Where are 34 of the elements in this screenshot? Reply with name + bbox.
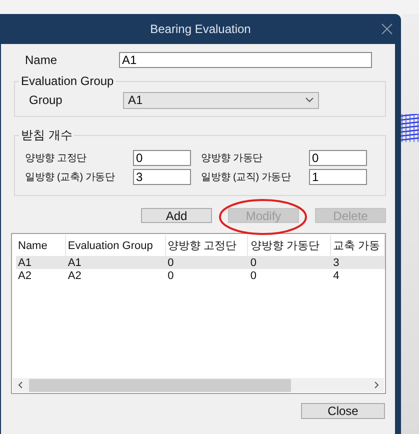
table-cell-text: A1 — [17, 256, 32, 268]
table-cell-text: 0 — [249, 270, 258, 282]
horizontal-scrollbar[interactable] — [13, 378, 384, 392]
group-label: Group — [28, 93, 64, 107]
count-label: 양방향 가동단 — [201, 152, 264, 165]
table-cell-text: A2 — [17, 270, 32, 282]
scroll-thumb[interactable] — [29, 378, 291, 392]
mesh-drawing — [401, 114, 419, 142]
table-cell-text: 4 — [332, 270, 340, 282]
action-button[interactable]: Add — [141, 208, 212, 223]
table-cell-text: 0 — [166, 256, 175, 268]
table-cell-text: A2 — [66, 270, 82, 282]
table-cell-text: 0 — [249, 256, 258, 268]
table-cell-text: A1 — [66, 256, 82, 268]
close-icon[interactable] — [381, 23, 393, 35]
count-label: 일방향 (교축) 가동단 — [25, 171, 116, 184]
group-dropdown[interactable]: A1 — [123, 92, 319, 108]
count-field[interactable]: 0 — [133, 150, 191, 166]
count-label: 일방향 (교직) 가동단 — [201, 171, 292, 184]
group-box-title: 받침 개수 — [20, 127, 74, 144]
group-box-title: Evaluation Group — [20, 74, 115, 88]
window-title: Bearing Evaluation — [150, 22, 251, 36]
table-row[interactable]: A2 A2 0 0 4 — [16, 269, 385, 282]
table-cell-text: 3 — [332, 256, 340, 268]
count-label: 양방향 고정단 — [25, 152, 88, 165]
count-field[interactable]: 0 — [309, 150, 367, 166]
count-field[interactable]: 1 — [309, 169, 367, 185]
table-row[interactable]: A1 A1 0 0 3 — [16, 256, 385, 269]
close-button[interactable]: Close — [301, 403, 385, 419]
count-field[interactable]: 3 — [133, 169, 191, 185]
name-field[interactable]: A1 — [119, 52, 372, 68]
name-label: Name — [24, 53, 58, 67]
table-cell-text: 0 — [166, 270, 175, 282]
chevron-down-icon — [305, 97, 314, 103]
